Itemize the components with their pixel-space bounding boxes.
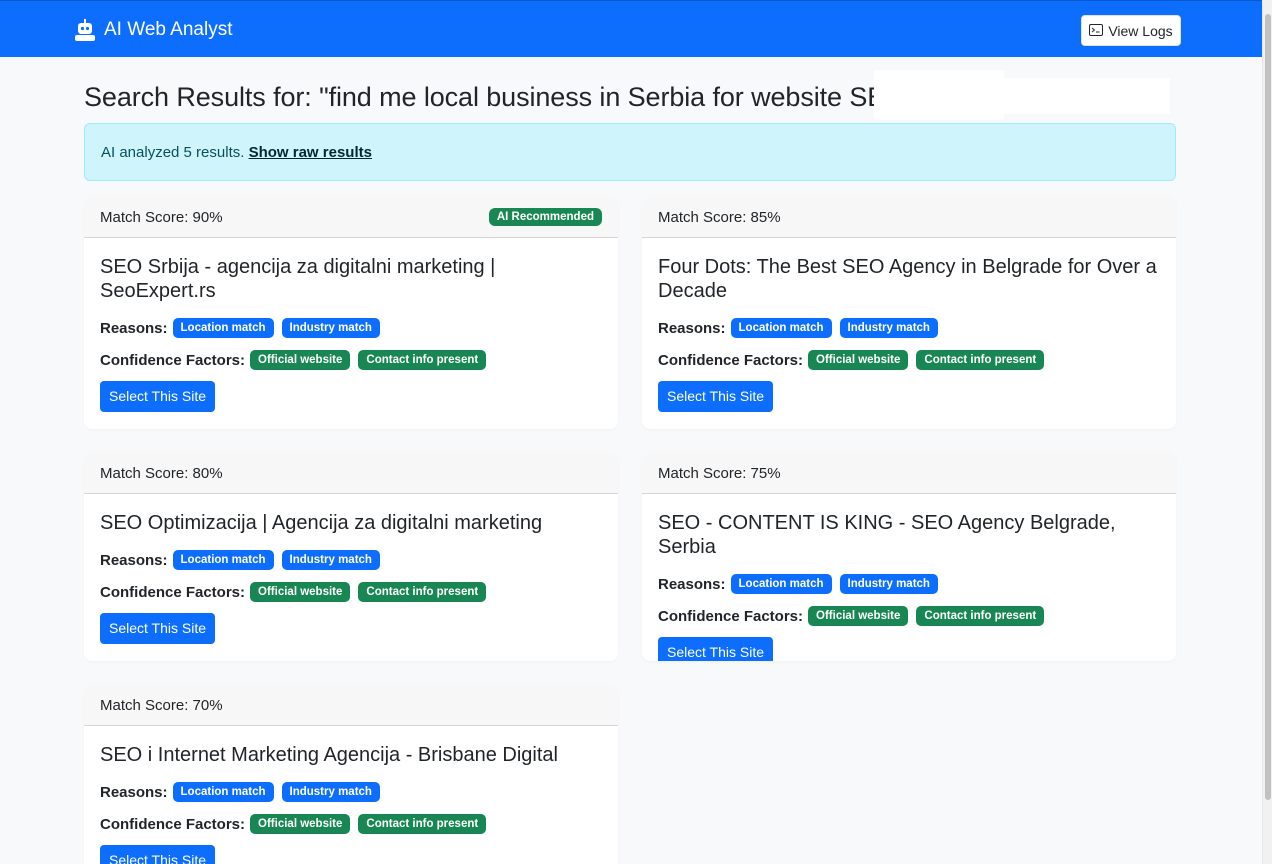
card-body: SEO i Internet Marketing Agencija - Bris…: [84, 726, 618, 864]
brand[interactable]: AI Web Analyst: [75, 17, 233, 43]
match-score: Match Score: 90%: [100, 208, 223, 226]
scrollbar[interactable]: [1262, 0, 1272, 864]
site-title: SEO Srbija - agencija za digitalni marke…: [100, 256, 496, 302]
reasons-row: Reasons: Location match Industry match: [658, 573, 1160, 595]
confidence-row: Confidence Factors: Official website Cont…: [100, 813, 602, 835]
show-raw-results-link[interactable]: Show raw results: [249, 144, 372, 161]
reason-badge: Location match: [172, 318, 274, 338]
card-body: Four Dots: The Best SEO Agency in Belgra…: [642, 238, 1176, 412]
confidence-label: Confidence Factors:: [100, 351, 246, 369]
card-body: SEO Optimizacija | Agencija za digitalni…: [84, 494, 618, 644]
site-title: SEO Optimizacija | Agencija za digitalni…: [100, 512, 543, 534]
reason-badge: Location match: [172, 550, 274, 570]
reason-badge: Industry match: [281, 782, 380, 802]
select-site-button[interactable]: Select This Site: [100, 845, 216, 864]
redaction-block: [1004, 78, 1170, 114]
info-alert: AI analyzed 5 results. Show raw results: [84, 123, 1176, 181]
select-site-button[interactable]: Select This Site: [100, 381, 216, 412]
match-score: Match Score: 75%: [658, 464, 781, 482]
confidence-badge: Contact info present: [358, 582, 487, 602]
confidence-badge: Contact info present: [358, 814, 487, 834]
match-score: Match Score: 70%: [100, 696, 223, 714]
card-header: Match Score: 75%: [642, 453, 1176, 494]
reasons-row: Reasons: Location match Industry match: [658, 317, 1160, 339]
terminal-icon: [1089, 23, 1104, 39]
result-card: Match Score: 85% Four Dots: The Best SEO…: [642, 197, 1176, 429]
confidence-row: Confidence Factors: Official website Cont…: [100, 581, 602, 603]
alert-text: AI analyzed 5 results.: [101, 144, 249, 161]
card-header: Match Score: 90% AI Recommended: [84, 197, 618, 238]
confidence-badge: Contact info present: [916, 606, 1045, 626]
confidence-badge: Contact info present: [358, 350, 487, 370]
confidence-badge: Official website: [250, 814, 351, 834]
brand-name: AI Web Analyst: [104, 19, 233, 40]
reason-badge: Industry match: [281, 550, 380, 570]
site-title: SEO i Internet Marketing Agencija - Bris…: [100, 744, 558, 766]
confidence-label: Confidence Factors:: [100, 583, 246, 601]
reasons-label: Reasons:: [100, 551, 168, 569]
redaction-block: [874, 70, 1004, 120]
reason-badge: Industry match: [281, 318, 380, 338]
confidence-badge: Contact info present: [916, 350, 1045, 370]
site-title: SEO - CONTENT IS KING - SEO Agency Belgr…: [658, 512, 1116, 558]
reasons-label: Reasons:: [100, 783, 168, 801]
reasons-row: Reasons: Location match Industry match: [100, 549, 602, 571]
ai-recommended-badge: AI Recommended: [488, 208, 602, 226]
confidence-label: Confidence Factors:: [658, 607, 804, 625]
card-header: Match Score: 70%: [84, 685, 618, 726]
reason-badge: Industry match: [839, 574, 938, 594]
reason-badge: Location match: [172, 782, 274, 802]
robot-icon: [75, 19, 95, 41]
reasons-row: Reasons: Location match Industry match: [100, 781, 602, 803]
scrollbar-thumb[interactable]: [1265, 14, 1271, 800]
reasons-row: Reasons: Location match Industry match: [100, 317, 602, 339]
result-card: Match Score: 80% SEO Optimizacija | Agen…: [84, 453, 618, 661]
confidence-row: Confidence Factors: Official website Cont…: [658, 605, 1160, 627]
navbar: AI Web Analyst View Logs: [0, 0, 1262, 57]
result-card: Match Score: 90% AI Recommended SEO Srbi…: [84, 197, 618, 429]
card-header: Match Score: 85%: [642, 197, 1176, 238]
view-logs-label: View Logs: [1108, 22, 1173, 39]
site-title: Four Dots: The Best SEO Agency in Belgra…: [658, 256, 1157, 302]
select-site-button[interactable]: Select This Site: [658, 381, 774, 412]
reasons-label: Reasons:: [658, 319, 726, 337]
card-header: Match Score: 80%: [84, 453, 618, 494]
confidence-badge: Official website: [250, 350, 351, 370]
reason-badge: Location match: [730, 318, 832, 338]
result-card: Match Score: 70% SEO i Internet Marketin…: [84, 685, 618, 864]
reason-badge: Industry match: [839, 318, 938, 338]
confidence-row: Confidence Factors: Official website Cont…: [100, 349, 602, 371]
select-site-button[interactable]: Select This Site: [100, 613, 216, 644]
confidence-badge: Official website: [808, 350, 909, 370]
confidence-row: Confidence Factors: Official website Cont…: [658, 349, 1160, 371]
confidence-badge: Official website: [250, 582, 351, 602]
match-score: Match Score: 80%: [100, 464, 223, 482]
reasons-label: Reasons:: [100, 319, 168, 337]
reason-badge: Location match: [730, 574, 832, 594]
match-score: Match Score: 85%: [658, 208, 781, 226]
confidence-label: Confidence Factors:: [100, 815, 246, 833]
confidence-badge: Official website: [808, 606, 909, 626]
reasons-label: Reasons:: [658, 575, 726, 593]
card-body: SEO Srbija - agencija za digitalni marke…: [84, 238, 618, 412]
select-site-button[interactable]: Select This Site: [658, 637, 774, 661]
view-logs-button[interactable]: View Logs: [1081, 15, 1181, 46]
result-card: Match Score: 75% SEO - CONTENT IS KING -…: [642, 453, 1176, 661]
page-title: Search Results for: "find me local busin…: [84, 82, 916, 112]
card-body: SEO - CONTENT IS KING - SEO Agency Belgr…: [642, 494, 1176, 661]
confidence-label: Confidence Factors:: [658, 351, 804, 369]
